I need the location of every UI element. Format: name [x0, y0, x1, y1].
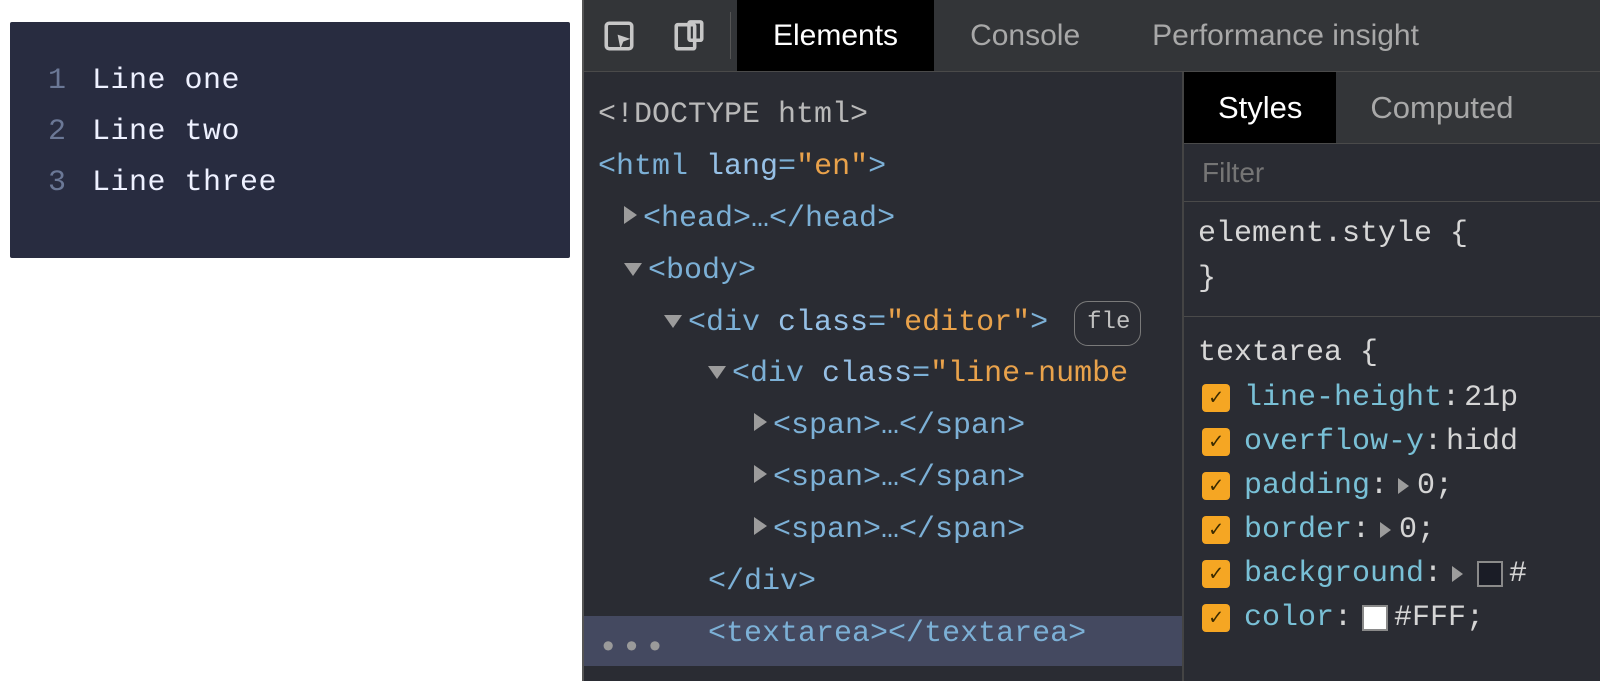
property-name[interactable]: overflow-y — [1244, 420, 1424, 465]
editor-line[interactable]: 3Line three — [10, 166, 570, 217]
devtools-tabstrip: Elements Console Performance insight — [584, 0, 1600, 72]
dom-node-div-line-numbers[interactable]: <div class="line-numbe — [598, 349, 1182, 401]
property-name[interactable]: line-height — [1244, 376, 1442, 421]
property-enabled-checkbox[interactable] — [1202, 428, 1230, 456]
line-number: 1 — [10, 64, 92, 98]
line-text: Line two — [92, 115, 240, 149]
tab-performance-insights[interactable]: Performance insight — [1116, 0, 1455, 71]
color-swatch[interactable] — [1477, 561, 1503, 587]
tab-console[interactable]: Console — [934, 0, 1116, 71]
tab-elements[interactable]: Elements — [737, 0, 934, 71]
expand-icon[interactable] — [754, 413, 767, 431]
dom-node-span[interactable]: <span>…</span> — [598, 453, 1182, 505]
property-name[interactable]: color — [1244, 596, 1334, 641]
property-value[interactable]: 21p — [1464, 376, 1518, 421]
dom-node-div-close[interactable]: </div> — [598, 557, 1182, 609]
rule-element-style[interactable]: element.style { } — [1198, 212, 1600, 302]
styles-rules: element.style { } textarea { line-height… — [1184, 202, 1600, 681]
css-property-row[interactable]: overflow-y: hidd — [1198, 420, 1600, 464]
editor-lines: 1Line one2Line two3Line three — [10, 64, 570, 217]
property-value[interactable]: 0; — [1417, 464, 1453, 509]
selector-text: textarea { — [1198, 331, 1600, 376]
devtools-main: <!DOCTYPE html> <html lang="en"> <head>…… — [584, 72, 1600, 681]
colon: : — [1334, 596, 1356, 641]
editor-line[interactable]: 2Line two — [10, 115, 570, 166]
line-text: Line one — [92, 64, 240, 98]
property-name[interactable]: background — [1244, 552, 1424, 597]
colon: : — [1424, 420, 1446, 465]
dom-node-textarea[interactable]: <textarea></textarea> — [598, 609, 1182, 661]
css-property-row[interactable]: background: # — [1198, 552, 1600, 596]
dom-node-doctype[interactable]: <!DOCTYPE html> — [598, 90, 1182, 142]
selector-text: element.style { — [1198, 212, 1600, 257]
collapse-icon[interactable] — [708, 366, 726, 379]
dom-node-div-editor[interactable]: <div class="editor"> fle — [598, 298, 1182, 350]
dom-node-body[interactable]: <body> — [598, 246, 1182, 298]
property-value[interactable]: hidd — [1446, 420, 1518, 465]
tabstrip-separator — [730, 12, 731, 59]
expand-shorthand-icon[interactable] — [1452, 566, 1463, 582]
styles-filter-input[interactable] — [1202, 157, 1600, 189]
color-swatch[interactable] — [1362, 605, 1388, 631]
inspect-icon[interactable] — [584, 0, 654, 71]
page-left: 1Line one2Line two3Line three — [0, 0, 582, 681]
property-enabled-checkbox[interactable] — [1202, 604, 1230, 632]
css-property-row[interactable]: line-height: 21p — [1198, 376, 1600, 420]
expand-icon[interactable] — [624, 206, 637, 224]
expand-icon[interactable] — [754, 465, 767, 483]
styles-filter-row — [1184, 144, 1600, 202]
dom-node-span[interactable]: <span>…</span> — [598, 505, 1182, 557]
property-name[interactable]: padding — [1244, 464, 1370, 509]
styles-tabstrip: Styles Computed — [1184, 72, 1600, 144]
line-text: Line three — [92, 166, 277, 200]
css-property-row[interactable]: padding: 0; — [1198, 464, 1600, 508]
colon: : — [1370, 464, 1392, 509]
expand-shorthand-icon[interactable] — [1398, 478, 1409, 494]
rule-separator — [1184, 316, 1600, 317]
line-number: 3 — [10, 166, 92, 200]
colon: : — [1442, 376, 1464, 421]
dom-node-span[interactable]: <span>…</span> — [598, 401, 1182, 453]
property-enabled-checkbox[interactable] — [1202, 516, 1230, 544]
brace-close: } — [1198, 257, 1600, 302]
flex-badge[interactable]: fle — [1074, 301, 1141, 347]
more-icon[interactable]: ••• — [598, 620, 668, 679]
collapse-icon[interactable] — [624, 263, 642, 276]
colon: : — [1352, 508, 1374, 553]
property-value[interactable]: 0; — [1399, 508, 1435, 553]
property-enabled-checkbox[interactable] — [1202, 472, 1230, 500]
property-name[interactable]: border — [1244, 508, 1352, 553]
dom-tree-panel[interactable]: <!DOCTYPE html> <html lang="en"> <head>…… — [584, 72, 1184, 681]
property-enabled-checkbox[interactable] — [1202, 384, 1230, 412]
editor-preview: 1Line one2Line two3Line three — [10, 22, 570, 258]
css-property-row[interactable]: border: 0; — [1198, 508, 1600, 552]
dom-node-html[interactable]: <html lang="en"> — [598, 142, 1182, 194]
tab-computed[interactable]: Computed — [1336, 72, 1547, 143]
expand-icon[interactable] — [754, 517, 767, 535]
property-value[interactable]: #FFF; — [1394, 596, 1484, 641]
line-number: 2 — [10, 115, 92, 149]
collapse-icon[interactable] — [664, 315, 682, 328]
property-value[interactable]: # — [1509, 552, 1527, 597]
devtools-pane: Elements Console Performance insight <!D… — [582, 0, 1600, 681]
device-toggle-icon[interactable] — [654, 0, 724, 71]
expand-shorthand-icon[interactable] — [1380, 522, 1391, 538]
styles-panel: Styles Computed element.style { } textar… — [1184, 72, 1600, 681]
rule-textarea[interactable]: textarea { line-height: 21poverflow-y: h… — [1198, 331, 1600, 640]
property-enabled-checkbox[interactable] — [1202, 560, 1230, 588]
editor-line[interactable]: 1Line one — [10, 64, 570, 115]
colon: : — [1424, 552, 1446, 597]
css-property-row[interactable]: color: #FFF; — [1198, 596, 1600, 640]
dom-node-head[interactable]: <head>…</head> — [598, 194, 1182, 246]
tab-styles[interactable]: Styles — [1184, 72, 1336, 143]
